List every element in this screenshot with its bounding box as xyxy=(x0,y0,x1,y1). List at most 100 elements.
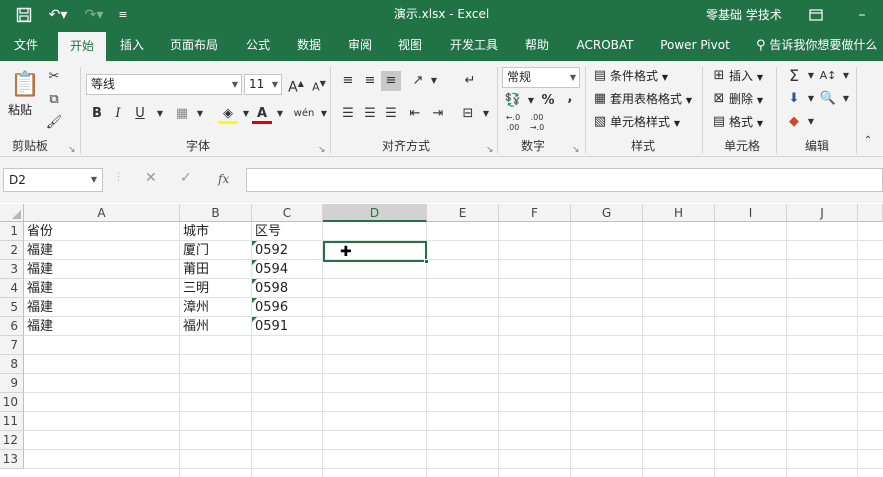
table-cell[interactable]: 福建 xyxy=(24,260,53,279)
top-align-icon[interactable]: ≡ xyxy=(338,71,358,91)
table-cell[interactable]: 0591 xyxy=(252,317,288,336)
align-left-icon[interactable]: ☰ xyxy=(338,104,358,124)
alignment-launcher-icon[interactable]: ↘ xyxy=(486,145,494,155)
format-as-table-icon[interactable]: ▦ xyxy=(590,89,610,109)
error-indicator-icon[interactable] xyxy=(252,317,257,322)
borders-dropdown-icon[interactable]: ▼ xyxy=(190,104,210,124)
format-as-table-button[interactable]: 套用表格格式 ▼ xyxy=(610,88,692,110)
enter-icon[interactable]: ✓ xyxy=(180,170,192,186)
merge-dropdown-icon[interactable]: ▼ xyxy=(476,104,496,124)
row-header-6[interactable]: 6 xyxy=(0,317,24,336)
italic-button[interactable]: I xyxy=(108,104,128,124)
increase-font-icon[interactable]: A▲ xyxy=(286,74,306,96)
orientation-dropdown-icon[interactable]: ▼ xyxy=(424,71,444,91)
tab-formulas[interactable]: 公式 xyxy=(244,30,272,61)
column-header-h[interactable]: H xyxy=(643,204,715,222)
paste-button[interactable]: 粘贴 xyxy=(8,99,32,121)
delete-cells-icon[interactable]: ⊠ xyxy=(709,89,729,109)
format-cells-icon[interactable]: ▤ xyxy=(709,112,729,132)
worksheet-grid[interactable]: A B C D E F G H I J 1 2 3 4 5 6 7 8 9 10 11 12 13 省份 城市 区号 福建 厦门 059… xyxy=(0,204,883,477)
tab-developer[interactable]: 开发工具 xyxy=(447,30,501,61)
decrease-font-icon[interactable]: A▼ xyxy=(309,74,329,94)
sort-filter-icon[interactable]: A↕ xyxy=(818,66,838,86)
user-name[interactable]: 零基础 学技术 xyxy=(706,6,782,23)
conditional-formatting-icon[interactable]: ▤ xyxy=(590,66,610,86)
increase-decimal-icon[interactable]: ←.0.00 xyxy=(503,113,523,133)
active-cell-selection[interactable] xyxy=(323,241,427,262)
tell-me-box[interactable]: ⚲ 告诉我你想要做什么 xyxy=(756,30,883,61)
font-size-combo[interactable]: 11 ▼ xyxy=(244,74,282,95)
format-cells-button[interactable]: 格式 ▼ xyxy=(729,111,763,133)
column-header-a[interactable]: A xyxy=(24,204,180,222)
tab-help[interactable]: 帮助 xyxy=(522,30,552,61)
collapse-ribbon-icon[interactable]: ⌃ xyxy=(858,131,878,151)
column-header-e[interactable]: E xyxy=(427,204,499,222)
format-painter-icon[interactable]: 🖌 xyxy=(44,113,64,133)
table-cell[interactable]: 福建 xyxy=(24,241,53,260)
row-header-4[interactable]: 4 xyxy=(0,279,24,298)
font-color-dropdown-icon[interactable]: ▼ xyxy=(270,104,290,124)
font-name-combo[interactable]: 等线 ▼ xyxy=(86,74,242,95)
column-header-c[interactable]: C xyxy=(252,204,323,222)
font-launcher-icon[interactable]: ↘ xyxy=(318,145,326,155)
cut-icon[interactable]: ✂ xyxy=(44,67,64,87)
header-cell[interactable]: 区号 xyxy=(252,222,281,241)
row-header-2[interactable]: 2 xyxy=(0,241,24,260)
error-indicator-icon[interactable] xyxy=(252,298,257,303)
accounting-format-icon[interactable]: 💱 xyxy=(503,91,523,111)
table-cell[interactable]: 福建 xyxy=(24,298,53,317)
table-cell[interactable]: 0596 xyxy=(252,298,288,317)
insert-cells-icon[interactable]: ⊞ xyxy=(709,66,729,86)
phonetic-dropdown-icon[interactable]: ▼ xyxy=(314,104,334,124)
wrap-text-icon[interactable]: ↵ xyxy=(460,71,480,91)
insert-function-icon[interactable]: fx xyxy=(218,172,229,186)
row-header-11[interactable]: 11 xyxy=(0,412,24,431)
clipboard-launcher-icon[interactable]: ↘ xyxy=(68,145,76,155)
row-header-7[interactable]: 7 xyxy=(0,336,24,355)
underline-dropdown-icon[interactable]: ▼ xyxy=(150,104,170,124)
underline-button[interactable]: U xyxy=(130,104,150,124)
middle-align-icon[interactable]: ≡ xyxy=(360,71,380,91)
number-launcher-icon[interactable]: ↘ xyxy=(572,145,580,155)
table-cell[interactable]: 0598 xyxy=(252,279,288,298)
tab-data[interactable]: 数据 xyxy=(294,30,324,61)
copy-icon[interactable]: ⧉ xyxy=(44,90,64,110)
row-header-3[interactable]: 3 xyxy=(0,260,24,279)
tab-acrobat[interactable]: ACROBAT xyxy=(574,30,636,61)
tab-review[interactable]: 审阅 xyxy=(346,30,374,61)
table-cell[interactable]: 福建 xyxy=(24,279,53,298)
name-box[interactable]: D2 ▼ xyxy=(3,168,103,192)
tab-insert[interactable]: 插入 xyxy=(116,30,148,61)
cell-styles-button[interactable]: 单元格样式 ▼ xyxy=(610,111,680,133)
tab-power-pivot[interactable]: Power Pivot xyxy=(658,30,732,61)
table-cell[interactable]: 厦门 xyxy=(180,241,209,260)
row-header-1[interactable]: 1 xyxy=(0,222,24,241)
column-header-j[interactable]: J xyxy=(787,204,858,222)
formula-input[interactable] xyxy=(246,168,883,192)
merge-center-icon[interactable]: ⊟ xyxy=(458,104,478,124)
bottom-align-icon[interactable]: ≡ xyxy=(381,71,401,91)
increase-indent-icon[interactable]: ⇥ xyxy=(428,104,448,124)
row-header-10[interactable]: 10 xyxy=(0,393,24,412)
conditional-formatting-button[interactable]: 条件格式 ▼ xyxy=(610,65,668,87)
row-header-5[interactable]: 5 xyxy=(0,298,24,317)
select-all-button[interactable] xyxy=(0,204,24,222)
minimize-icon[interactable]: – xyxy=(852,5,872,25)
delete-cells-button[interactable]: 删除 ▼ xyxy=(729,88,763,110)
comma-style-button[interactable]: , xyxy=(560,88,580,108)
column-header-i[interactable]: I xyxy=(715,204,787,222)
insert-cells-button[interactable]: 插入 ▼ xyxy=(729,65,763,87)
column-header-d[interactable]: D xyxy=(323,204,427,222)
font-color-icon[interactable]: A xyxy=(252,104,272,124)
error-indicator-icon[interactable] xyxy=(252,260,257,265)
table-cell[interactable]: 漳州 xyxy=(180,298,209,317)
number-format-combo[interactable]: 常规 ▼ xyxy=(502,67,580,88)
fill-color-icon[interactable]: ◈ xyxy=(218,104,238,124)
row-header-9[interactable]: 9 xyxy=(0,374,24,393)
tab-page-layout[interactable]: 页面布局 xyxy=(168,30,220,61)
clear-dropdown-icon[interactable]: ▼ xyxy=(801,112,821,132)
align-right-icon[interactable]: ☰ xyxy=(381,104,401,124)
row-header-12[interactable]: 12 xyxy=(0,431,24,450)
column-header-b[interactable]: B xyxy=(180,204,252,222)
table-cell[interactable]: 0592 xyxy=(252,241,288,260)
